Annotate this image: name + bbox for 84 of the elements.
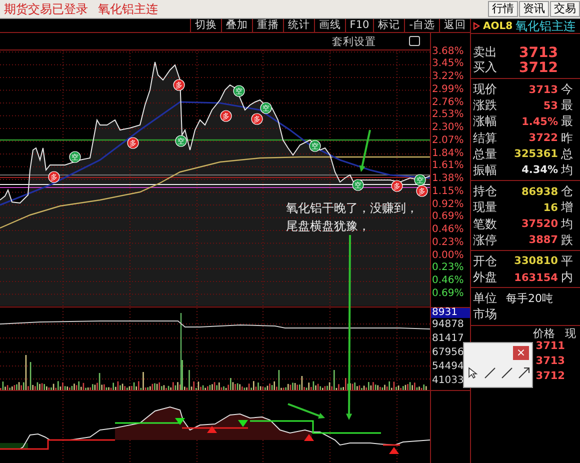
settings-label[interactable]: 套利设置	[332, 35, 376, 49]
quote-label: 总	[560, 146, 574, 163]
quote-value: 16	[542, 202, 558, 214]
quote-label: 涨幅	[473, 113, 498, 130]
quote-label: 笔数	[473, 216, 498, 232]
quote-label: 振幅	[473, 162, 498, 179]
axis-label: 1.61%	[431, 160, 465, 174]
column-header: 现	[565, 326, 577, 341]
column-header: 价格	[532, 326, 556, 341]
quote-value: 86938	[520, 186, 558, 198]
quote-label: 最	[560, 113, 574, 130]
quote-value: 53	[542, 100, 558, 112]
quote-label: 外盘	[473, 269, 498, 286]
axis-label: 3.22%	[431, 71, 465, 84]
quote-label: 涨停	[473, 232, 498, 249]
annotation-note: 氧化铝干晚了，没赚到， 尾盘横盘犹豫，	[286, 200, 418, 235]
nav-button[interactable]: 行情	[488, 1, 518, 17]
quote-value: 3887	[528, 234, 558, 246]
quote-value: 330810	[513, 255, 558, 268]
quote-label: 跌	[560, 232, 574, 249]
axis-label: 0.69%	[431, 288, 465, 301]
axis-label: 0.46%	[431, 275, 465, 288]
quote-value: 每手20吨	[505, 291, 554, 306]
instrument-title: 氧化铝主连	[98, 0, 158, 18]
quote-label: 增	[560, 199, 574, 216]
contract-code: AOL8	[483, 20, 513, 32]
quote-label: 持仓	[473, 183, 498, 200]
axis-label: 94878	[431, 318, 465, 332]
axis-label: 81417	[431, 332, 465, 346]
quote-value: 1.45%	[520, 116, 558, 128]
quote-label: 现价	[473, 81, 498, 98]
axis-label: 0.23%	[431, 236, 465, 250]
axis-label: 0.92%	[431, 198, 465, 212]
axis-label: 2.76%	[431, 96, 465, 110]
quote-value: 3713	[518, 44, 558, 60]
trade-price: 3712	[536, 370, 565, 382]
quote-label: 内	[560, 269, 574, 286]
quote-label: 买入	[473, 59, 498, 76]
quote-label: 最	[560, 97, 574, 114]
axis-label: 0.23%	[431, 262, 465, 276]
quote-label: 均	[560, 162, 574, 179]
axis-label: 0.46%	[431, 224, 465, 237]
quote-label: 涨跌	[473, 97, 498, 114]
axis-label: 2.53%	[431, 109, 465, 122]
axis-label: 67956	[431, 346, 465, 360]
quote-value: 4.34%	[520, 164, 558, 176]
quote-label: 开仓	[473, 252, 498, 270]
axis-label: 41033	[431, 374, 465, 388]
quote-label: 仓	[560, 183, 574, 200]
nav-button[interactable]: 交易	[550, 1, 580, 17]
quote-label: 今	[560, 81, 574, 98]
quote-label: 市场	[473, 306, 498, 324]
axis-label: 0.69%	[431, 211, 465, 224]
quote-value: 325361	[513, 148, 558, 160]
axis-label: 2.07%	[431, 134, 465, 148]
axis-label: 0.00%	[431, 250, 465, 262]
quote-label: 均	[560, 216, 574, 232]
close-button[interactable]: ×	[513, 346, 529, 360]
trade-price: 3713	[536, 355, 565, 368]
trade-price: 3711	[536, 340, 565, 352]
quote-label: 平	[560, 252, 574, 270]
quote-label: 卖出	[473, 44, 498, 61]
quote-value: 163154	[513, 272, 558, 284]
quote-label: 昨	[560, 130, 574, 147]
axis-label: 54494	[431, 360, 465, 374]
login-status: 期货交易已登录	[4, 0, 88, 18]
axis-label: 1.84%	[431, 148, 465, 160]
axis-label: 3.45%	[431, 58, 465, 72]
quote-label: 单位	[473, 290, 498, 308]
axis-label: 8931	[431, 308, 470, 318]
nav-button[interactable]: 资讯	[519, 1, 549, 17]
axis-label: 1.38%	[431, 173, 465, 186]
quote-value: 3713	[528, 84, 558, 96]
quote-label: 总量	[473, 146, 498, 163]
quote-value: 3712	[518, 60, 558, 76]
axis-label: 2.30%	[431, 122, 465, 135]
axis-label: 3.68%	[431, 46, 465, 58]
quote-label: 结算	[473, 130, 498, 147]
quote-value: 3722	[528, 132, 558, 144]
axis-label: 2.99%	[431, 84, 465, 97]
quote-value: 37520	[520, 218, 558, 230]
quote-label: 现量	[473, 199, 498, 216]
contract-name: 氧化铝主连	[516, 18, 576, 34]
axis-label: 1.15%	[431, 186, 465, 199]
